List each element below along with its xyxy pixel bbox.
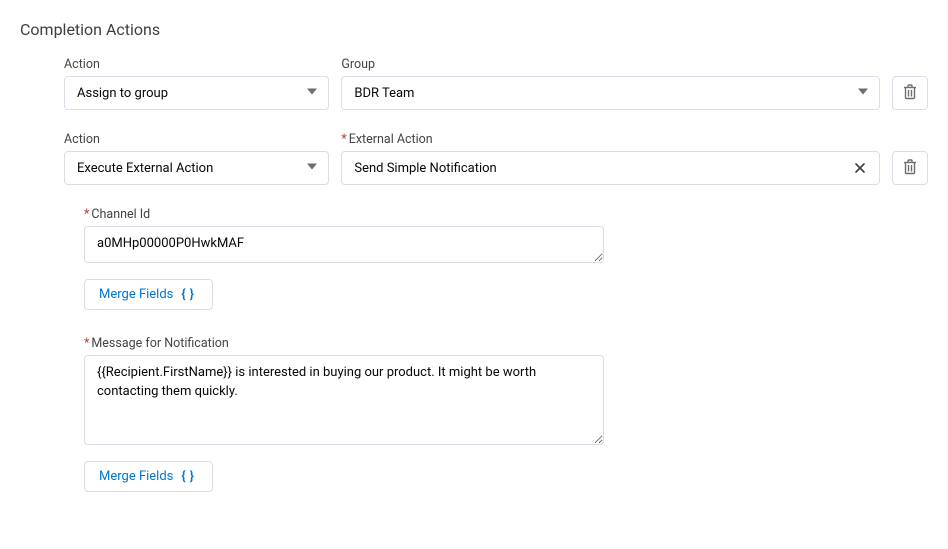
group-label: Group bbox=[341, 57, 880, 72]
action-label-2-text: Action bbox=[64, 132, 100, 147]
action-select-1[interactable]: Assign to group bbox=[64, 76, 329, 110]
chevron-down-icon bbox=[857, 86, 869, 101]
action-select-1-value: Assign to group bbox=[77, 86, 168, 101]
action-select-2[interactable]: Execute External Action bbox=[64, 151, 329, 185]
action-row-2: Action Execute External Action * Externa… bbox=[64, 132, 928, 185]
required-asterisk: * bbox=[341, 132, 346, 147]
action-row-1: Action Assign to group Group BDR Team bbox=[64, 57, 928, 110]
group-select[interactable]: BDR Team bbox=[341, 76, 880, 110]
group-field: Group BDR Team bbox=[341, 57, 880, 110]
action-label-2: Action bbox=[64, 132, 329, 147]
required-asterisk: * bbox=[84, 336, 89, 351]
channel-id-input[interactable] bbox=[84, 226, 604, 263]
message-label: * Message for Notification bbox=[84, 336, 928, 351]
channel-id-label-text: Channel Id bbox=[91, 207, 150, 222]
delete-row-1-button[interactable] bbox=[892, 76, 928, 110]
delete-row-2-button[interactable] bbox=[892, 151, 928, 185]
external-action-label-text: External Action bbox=[349, 132, 433, 147]
action-label-text: Action bbox=[64, 57, 100, 72]
channel-id-label: * Channel Id bbox=[84, 207, 928, 222]
braces-icon: {} bbox=[181, 287, 198, 302]
group-label-text: Group bbox=[341, 57, 375, 72]
external-action-combo[interactable]: Send Simple Notification bbox=[341, 151, 880, 185]
external-action-params: * Channel Id Merge Fields {} * Message f… bbox=[64, 207, 928, 492]
trash-icon bbox=[903, 159, 917, 178]
external-action-value: Send Simple Notification bbox=[354, 161, 496, 176]
section-title: Completion Actions bbox=[20, 20, 928, 39]
braces-icon: {} bbox=[181, 469, 198, 484]
merge-fields-channel-button[interactable]: Merge Fields {} bbox=[84, 279, 213, 310]
chevron-down-icon bbox=[306, 86, 318, 101]
message-input[interactable] bbox=[84, 355, 604, 445]
message-label-text: Message for Notification bbox=[91, 336, 228, 351]
action-field: Action Assign to group bbox=[64, 57, 329, 110]
action-label: Action bbox=[64, 57, 329, 72]
external-action-label: * External Action bbox=[341, 132, 880, 147]
completion-actions-content: Action Assign to group Group BDR Team bbox=[20, 57, 928, 492]
action-field-2: Action Execute External Action bbox=[64, 132, 329, 185]
chevron-down-icon bbox=[306, 161, 318, 176]
action-select-2-value: Execute External Action bbox=[77, 161, 213, 176]
channel-id-block: * Channel Id Merge Fields {} bbox=[84, 207, 928, 310]
group-select-value: BDR Team bbox=[354, 86, 414, 101]
merge-fields-label: Merge Fields bbox=[99, 287, 173, 302]
external-action-field: * External Action Send Simple Notificati… bbox=[341, 132, 880, 185]
required-asterisk: * bbox=[84, 207, 89, 222]
merge-fields-message-button[interactable]: Merge Fields {} bbox=[84, 461, 213, 492]
close-icon[interactable] bbox=[851, 159, 869, 177]
message-block: * Message for Notification Merge Fields … bbox=[84, 336, 928, 492]
merge-fields-label: Merge Fields bbox=[99, 469, 173, 484]
trash-icon bbox=[903, 84, 917, 103]
